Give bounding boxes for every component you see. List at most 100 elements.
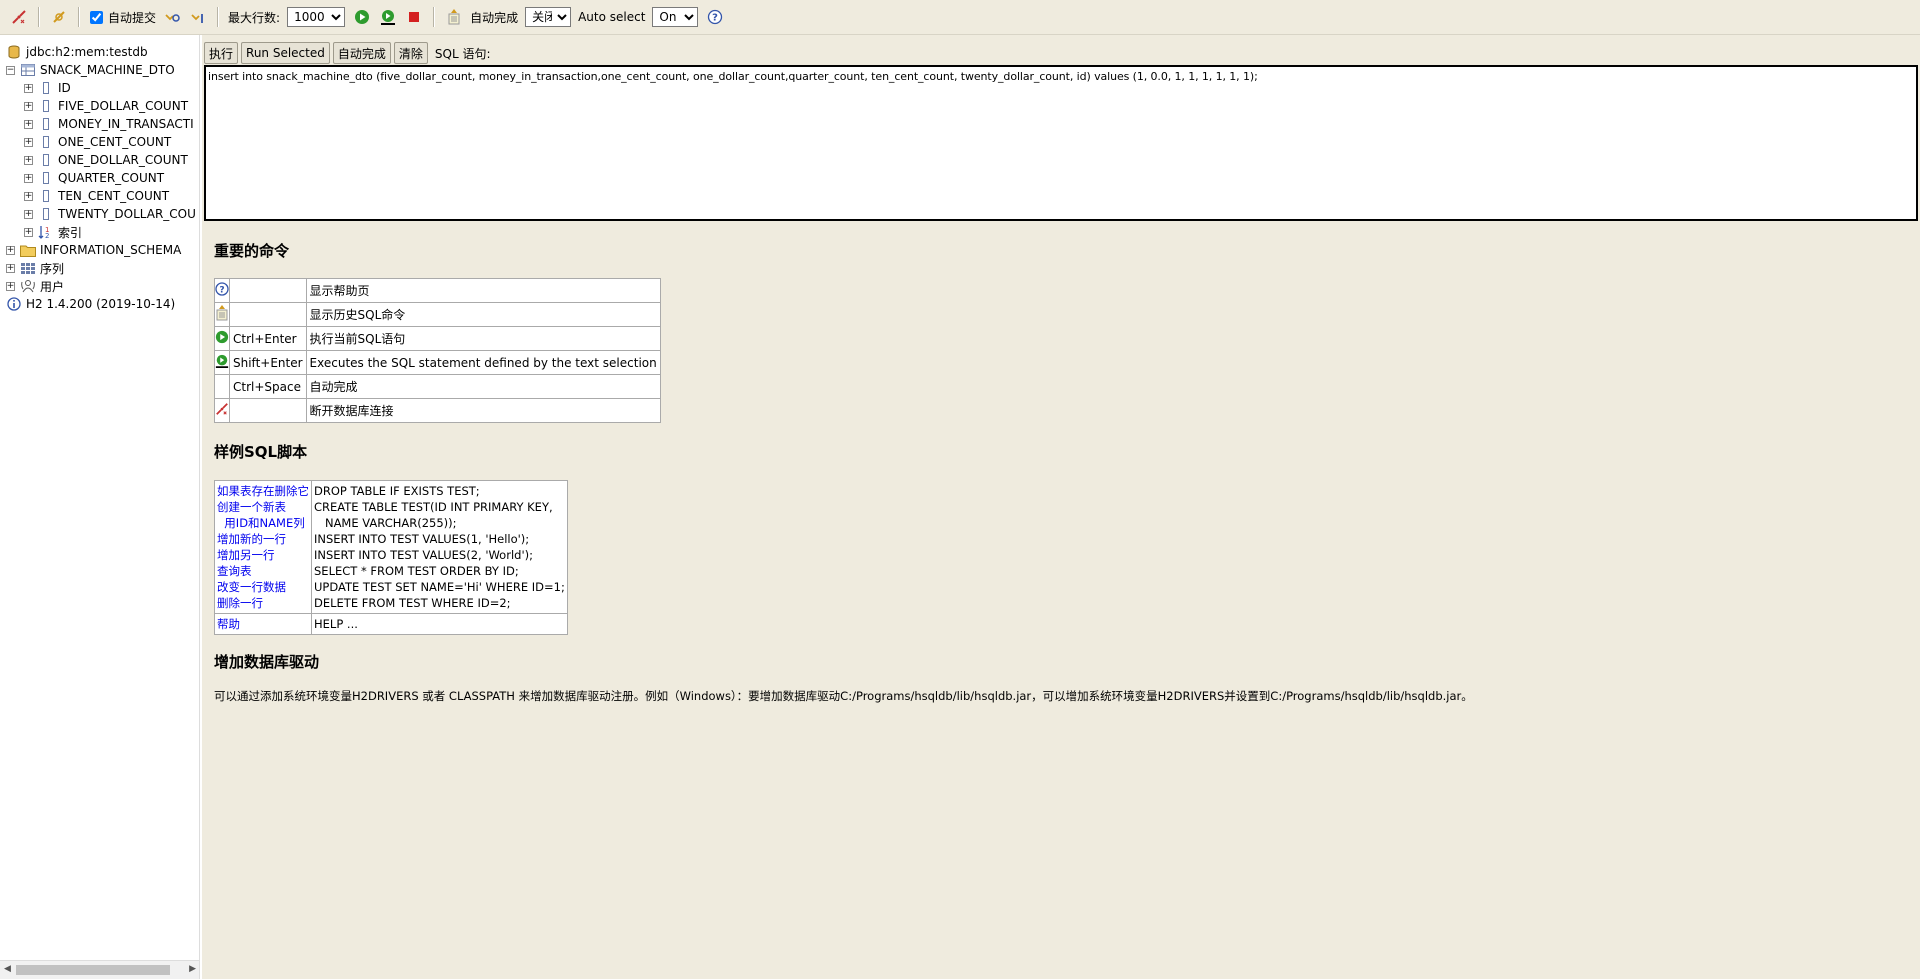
tree-sequences-label: 序列 xyxy=(40,261,65,276)
expand-icon[interactable]: + xyxy=(24,137,33,147)
sample-link[interactable]: 创建一个新表 xyxy=(217,499,309,515)
tree-column-label: TEN_CENT_COUNT xyxy=(58,189,170,203)
expand-icon[interactable]: + xyxy=(24,209,33,219)
auto-commit-checkbox[interactable] xyxy=(90,10,103,24)
toolbar-separator xyxy=(433,7,436,27)
expand-icon[interactable]: + xyxy=(6,263,15,273)
scroll-right-icon[interactable]: ▶ xyxy=(189,964,196,974)
tree-users[interactable]: + 用户 xyxy=(6,277,64,295)
help-icon[interactable]: ? xyxy=(704,6,726,28)
auto-select-select[interactable]: On xyxy=(652,7,699,27)
tree-column[interactable]: + QUARTER_COUNT xyxy=(24,169,164,187)
rollback-icon[interactable] xyxy=(161,6,183,28)
history-icon[interactable] xyxy=(443,6,465,28)
tree-column[interactable]: + TWENTY_DOLLAR_COU xyxy=(24,205,196,223)
schema-tree: jdbc:h2:mem:testdb − SNACK_MACHINE_DTO +… xyxy=(0,35,200,979)
command-icon-cell xyxy=(214,326,230,351)
tree-sequences[interactable]: + 序列 xyxy=(6,259,64,277)
tree-column-label: MONEY_IN_TRANSACTI xyxy=(58,117,194,131)
sample-code-cell: DROP TABLE IF EXISTS TEST; CREATE TABLE … xyxy=(311,480,568,614)
disconnect-icon[interactable] xyxy=(8,6,30,28)
clear-button[interactable]: 清除 xyxy=(393,42,428,64)
auto-complete-button[interactable]: 自动完成 xyxy=(332,42,391,64)
tree-indexes-label: 索引 xyxy=(58,225,83,240)
toolbar-separator xyxy=(217,7,220,27)
refresh-icon[interactable] xyxy=(48,6,70,28)
svg-text:?: ? xyxy=(713,13,719,24)
command-key: Shift+Enter xyxy=(229,350,307,375)
command-key xyxy=(229,278,307,303)
sample-code-line: DROP TABLE IF EXISTS TEST; xyxy=(314,484,480,498)
result-panel: 重要的命令 ? 显示帮助页 显示历史SQL命令 Ctrl+Enter 执行当前S… xyxy=(202,223,1920,979)
command-icon-cell xyxy=(214,398,230,423)
tree-horizontal-scrollbar[interactable]: ◀ ▶ xyxy=(0,960,199,979)
table-row: 断开数据库连接 xyxy=(214,398,661,423)
expand-icon[interactable]: + xyxy=(24,173,33,183)
column-icon xyxy=(38,134,54,150)
sample-sql-heading: 样例SQL脚本 xyxy=(214,443,308,461)
sql-editor[interactable]: insert into snack_machine_dto (five_doll… xyxy=(204,65,1918,221)
scroll-left-icon[interactable]: ◀ xyxy=(4,964,11,974)
run-selected-button[interactable]: Run Selected xyxy=(241,42,330,64)
query-button-bar: 执行 Run Selected 自动完成 清除 SQL 语句: xyxy=(204,42,491,64)
table-row: Ctrl+Enter 执行当前SQL语句 xyxy=(214,326,661,351)
sample-link[interactable]: 增加另一行 xyxy=(217,547,309,563)
tree-column-label: FIVE_DOLLAR_COUNT xyxy=(58,99,189,113)
tree-column-label: ID xyxy=(58,81,71,95)
sample-link[interactable]: 如果表存在删除它 xyxy=(217,483,309,499)
tree-column[interactable]: + TEN_CENT_COUNT xyxy=(24,187,169,205)
sample-code-line: INSERT INTO TEST VALUES(2, 'World'); xyxy=(314,548,533,562)
table-icon xyxy=(20,62,36,78)
tree-column[interactable]: + FIVE_DOLLAR_COUNT xyxy=(24,97,188,115)
sample-code-line: NAME VARCHAR(255)); xyxy=(314,516,457,530)
sample-link[interactable]: 用ID和NAME列 xyxy=(217,515,309,531)
expand-icon[interactable]: + xyxy=(24,101,33,111)
sample-link[interactable]: 删除一行 xyxy=(217,595,309,611)
auto-complete-select[interactable]: 关闭 xyxy=(525,7,572,27)
expand-icon[interactable]: + xyxy=(24,83,33,93)
help-icon[interactable]: ? xyxy=(215,282,229,299)
sample-code-line: SELECT * FROM TEST ORDER BY ID; xyxy=(314,564,519,578)
tree-table[interactable]: − SNACK_MACHINE_DTO xyxy=(6,61,175,79)
run-icon[interactable] xyxy=(215,330,229,347)
run-icon[interactable] xyxy=(351,6,373,28)
run-selected-icon[interactable] xyxy=(215,354,229,371)
tree-connection[interactable]: jdbc:h2:mem:testdb xyxy=(6,43,148,61)
tree-column-label: ONE_DOLLAR_COUNT xyxy=(58,153,188,167)
collapse-icon[interactable]: − xyxy=(6,65,15,75)
expand-icon[interactable]: + xyxy=(24,119,33,129)
expand-icon[interactable]: + xyxy=(6,245,15,255)
table-row: 显示历史SQL命令 xyxy=(214,302,661,327)
expand-icon[interactable]: + xyxy=(24,191,33,201)
tree-column[interactable]: + ID xyxy=(24,79,71,97)
important-commands-heading: 重要的命令 xyxy=(214,242,290,260)
scrollbar-thumb[interactable] xyxy=(16,965,170,975)
tree-column[interactable]: + MONEY_IN_TRANSACTI xyxy=(24,115,194,133)
help-link-cell: 帮助 xyxy=(214,613,312,635)
toolbar: 自动提交 最大行数: 1000 自动完成 关闭 Auto select On ? xyxy=(0,0,1920,35)
sample-link[interactable]: 改变一行数据 xyxy=(217,579,309,595)
sample-code-line: CREATE TABLE TEST(ID INT PRIMARY KEY, xyxy=(314,500,553,514)
sample-link[interactable]: 增加新的一行 xyxy=(217,531,309,547)
expand-icon[interactable]: + xyxy=(6,281,15,291)
tree-column[interactable]: + ONE_CENT_COUNT xyxy=(24,133,171,151)
tree-column[interactable]: + ONE_DOLLAR_COUNT xyxy=(24,151,188,169)
tree-information-schema[interactable]: + INFORMATION_SCHEMA xyxy=(6,241,181,259)
tree-indexes[interactable]: + 12 索引 xyxy=(24,223,82,241)
execute-button[interactable]: 执行 xyxy=(204,42,239,64)
table-row: ? 显示帮助页 xyxy=(214,278,661,303)
expand-icon[interactable]: + xyxy=(24,155,33,165)
expand-icon[interactable]: + xyxy=(24,227,33,237)
sample-link[interactable]: 查询表 xyxy=(217,563,309,579)
history-icon[interactable] xyxy=(215,305,229,324)
max-rows-select[interactable]: 1000 xyxy=(287,7,346,27)
commit-icon[interactable] xyxy=(187,6,209,28)
table-row: 帮助 HELP ... xyxy=(214,613,568,635)
disconnect-icon[interactable] xyxy=(215,403,229,419)
help-link[interactable]: 帮助 xyxy=(217,616,309,632)
tree-users-label: 用户 xyxy=(40,279,65,294)
run-selected-icon[interactable] xyxy=(377,6,399,28)
stop-icon[interactable] xyxy=(403,6,425,28)
sample-code-line: INSERT INTO TEST VALUES(1, 'Hello'); xyxy=(314,532,530,546)
tree-information-schema-label: INFORMATION_SCHEMA xyxy=(40,243,182,257)
